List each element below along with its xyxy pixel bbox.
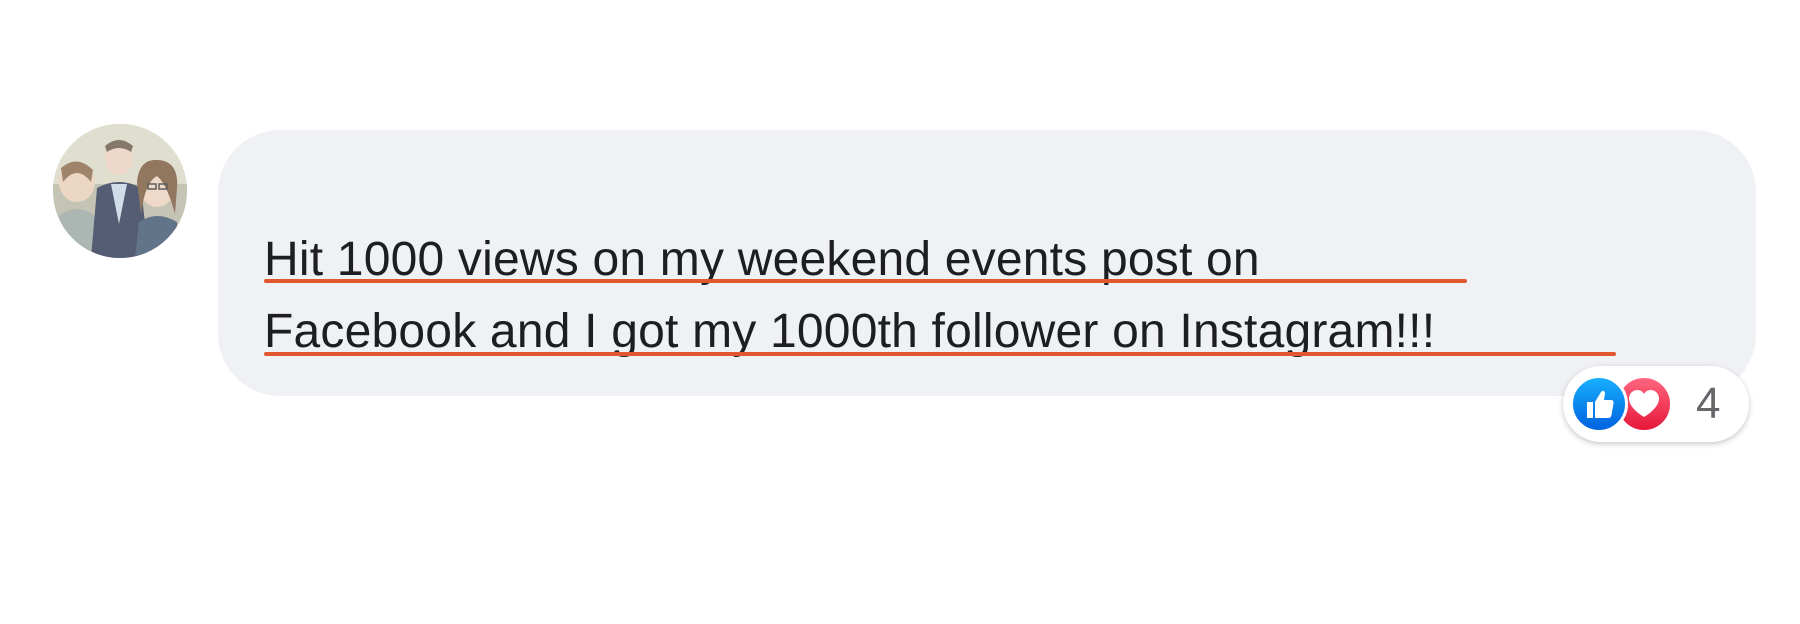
avatar-photo [53,124,187,258]
reactions-summary[interactable]: 4 [1563,366,1749,442]
like-icon [1570,375,1628,433]
commenter-avatar[interactable] [53,124,187,258]
comment-line: Hit 1000 views on my weekend events post… [264,233,1260,286]
spellcheck-underline [264,352,1616,356]
reaction-count: 4 [1696,379,1721,428]
comment-text: Hit 1000 views on my weekend events post… [264,224,1724,368]
spellcheck-underline [264,279,1467,283]
comment-line: Facebook and I got my 1000th follower on… [264,305,1436,358]
